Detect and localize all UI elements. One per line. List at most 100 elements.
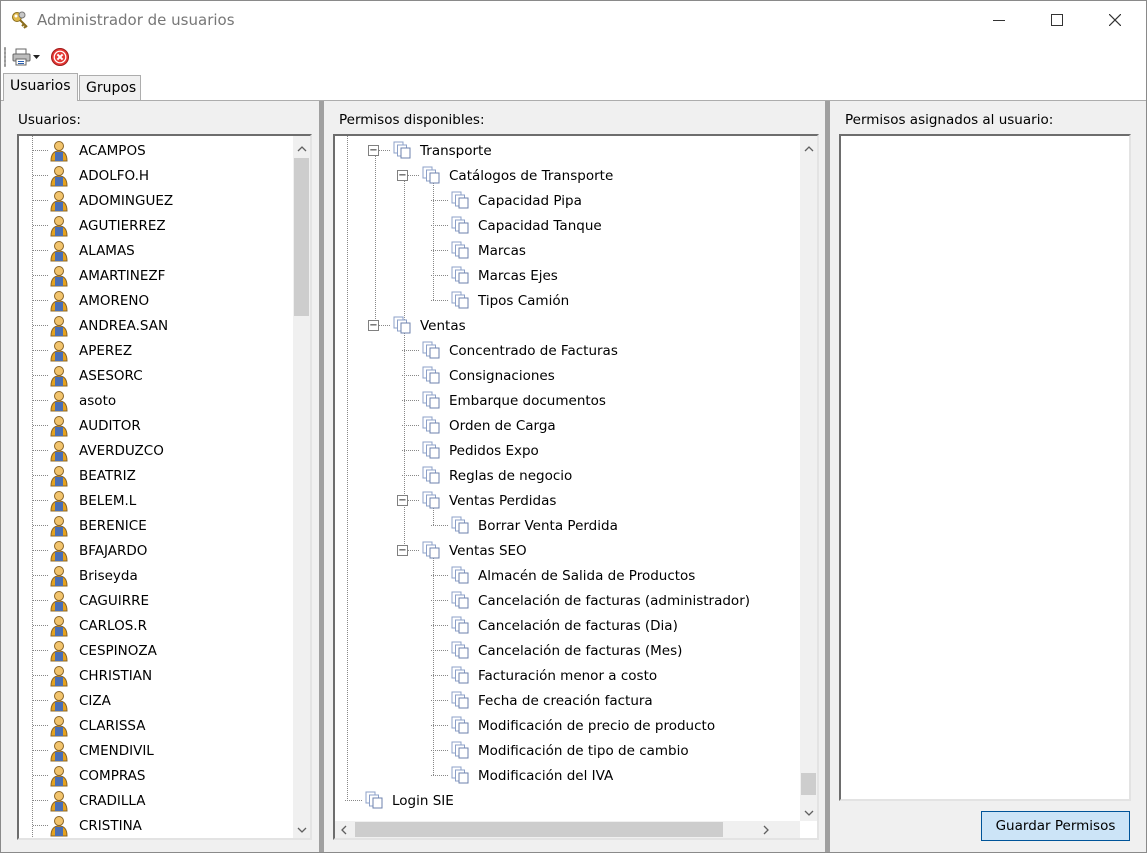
list-item[interactable]: asoto [19,388,289,413]
list-item[interactable]: CAGUIRRE [19,588,289,613]
maximize-button[interactable] [1028,1,1086,39]
tree-node[interactable]: − Ventas Perdidas [335,488,795,513]
tree-node[interactable]: − Catálogos de Transporte [335,163,795,188]
list-item[interactable]: ACAMPOS [19,138,289,163]
tree-node[interactable]: Cancelación de facturas (administrador) [335,588,795,613]
list-item[interactable]: AVERDUZCO [19,438,289,463]
permissions-hscroll-thumb[interactable] [355,822,723,837]
scroll-up-arrow[interactable] [293,140,310,157]
list-item[interactable]: APEREZ [19,338,289,363]
minimize-button[interactable] [970,1,1028,39]
tree-node[interactable]: Pedidos Expo [335,438,795,463]
tab-grupos[interactable]: Grupos [79,75,141,101]
tree-node[interactable]: Borrar Venta Perdida [335,513,795,538]
list-item[interactable]: ADOMINGUEZ [19,188,289,213]
user-name: BEATRIZ [79,468,136,484]
tree-node[interactable]: − Ventas SEO [335,538,795,563]
save-permissions-button[interactable]: Guardar Permisos [981,811,1130,841]
splitter-right[interactable] [825,101,830,852]
tree-node-label: Reglas de negocio [449,468,573,484]
list-item[interactable]: BELEM.L [19,488,289,513]
collapse-toggle[interactable]: − [397,170,408,181]
users-vscrollbar[interactable] [293,136,310,838]
tree-node[interactable]: − Ventas [335,313,795,338]
list-item[interactable]: AMARTINEZF [19,263,289,288]
tree-connector [431,275,449,276]
splitter-left[interactable] [319,101,324,852]
print-dropdown-button[interactable] [12,46,40,68]
scroll-down-arrow[interactable] [293,821,310,838]
tree-node[interactable]: Capacidad Pipa [335,188,795,213]
tree-node[interactable]: Cancelación de facturas (Dia) [335,613,795,638]
tree-connector [33,225,49,226]
list-item[interactable]: AMORENO [19,288,289,313]
tree-node[interactable]: Modificación del IVA [335,763,795,788]
list-item[interactable]: AGUTIERREZ [19,213,289,238]
list-item[interactable]: CIZA [19,688,289,713]
assigned-permissions-list[interactable] [839,134,1131,801]
list-item[interactable]: Briseyda [19,563,289,588]
tree-node[interactable]: Login SIE [335,788,795,813]
tree-connector [33,475,49,476]
list-item[interactable]: CLARISSA [19,713,289,738]
list-item[interactable]: BEATRIZ [19,463,289,488]
tree-node[interactable]: Almacén de Salida de Productos [335,563,795,588]
tree-node[interactable]: − Transporte [335,138,795,163]
tree-node[interactable]: Concentrado de Facturas [335,338,795,363]
tree-node[interactable]: Modificación de precio de producto [335,713,795,738]
tree-node[interactable]: Marcas [335,238,795,263]
toolbar-grip[interactable] [4,47,6,67]
tree-node[interactable]: Embarque documentos [335,388,795,413]
user-icon [50,541,68,562]
list-item[interactable]: ADOLFO.H [19,163,289,188]
collapse-toggle[interactable]: − [397,495,408,506]
permissions-tree[interactable]: − Transporte − Catálogos de Transporte Capac… [333,134,819,840]
permissions-hscrollbar[interactable] [335,821,800,838]
tree-connector [431,600,449,601]
collapse-toggle[interactable]: − [368,320,379,331]
close-window-button[interactable] [1086,1,1144,39]
list-item[interactable]: CESPINOZA [19,638,289,663]
user-icon [50,316,68,337]
permissions-scroll-thumb[interactable] [801,773,816,795]
tree-node[interactable]: Modificación de tipo de cambio [335,738,795,763]
tree-node[interactable]: Marcas Ejes [335,263,795,288]
tree-node[interactable]: Cancelación de facturas (Mes) [335,638,795,663]
tree-connector [408,175,420,176]
collapse-toggle[interactable]: − [368,145,379,156]
scroll-left-arrow[interactable] [335,821,352,838]
tree-node[interactable]: Facturación menor a costo [335,663,795,688]
permission-node-icon [451,741,469,759]
list-item[interactable]: ASESORC [19,363,289,388]
exit-button[interactable] [50,46,70,68]
list-item[interactable]: BFAJARDO [19,538,289,563]
list-item[interactable]: ANDREA.SAN [19,313,289,338]
scroll-right-arrow[interactable] [757,821,774,838]
tree-node[interactable]: Consignaciones [335,363,795,388]
tree-node[interactable]: Tipos Camión [335,288,795,313]
list-item[interactable]: CMENDIVIL [19,738,289,763]
list-item[interactable]: CARLOS.R [19,613,289,638]
list-item[interactable]: CRADILLA [19,788,289,813]
users-scroll-thumb[interactable] [294,158,309,316]
list-item[interactable]: AUDITOR [19,413,289,438]
tab-usuarios[interactable]: Usuarios [3,73,78,101]
scroll-down-arrow[interactable] [800,804,817,821]
list-item[interactable]: ALAMAS [19,238,289,263]
scroll-up-arrow[interactable] [800,140,817,157]
tree-connector [33,275,49,276]
chevron-down-icon [297,827,306,833]
list-item[interactable]: CHRISTIAN [19,663,289,688]
tree-node[interactable]: Reglas de negocio [335,463,795,488]
permission-node-icon [451,516,469,534]
permissions-vscrollbar[interactable] [800,136,817,821]
list-item[interactable]: BERENICE [19,513,289,538]
list-item[interactable]: COMPRAS [19,763,289,788]
tree-node[interactable]: Capacidad Tanque [335,213,795,238]
collapse-toggle[interactable]: − [397,545,408,556]
tree-node[interactable]: Orden de Carga [335,413,795,438]
permission-node-icon [451,641,469,659]
list-item[interactable]: CRISTINA [19,813,289,838]
tree-node[interactable]: Fecha de creación factura [335,688,795,713]
users-list[interactable]: ACAMPOS ADOLFO.H ADOMINGUEZ AGUTIERREZ ALAMA… [17,134,312,840]
